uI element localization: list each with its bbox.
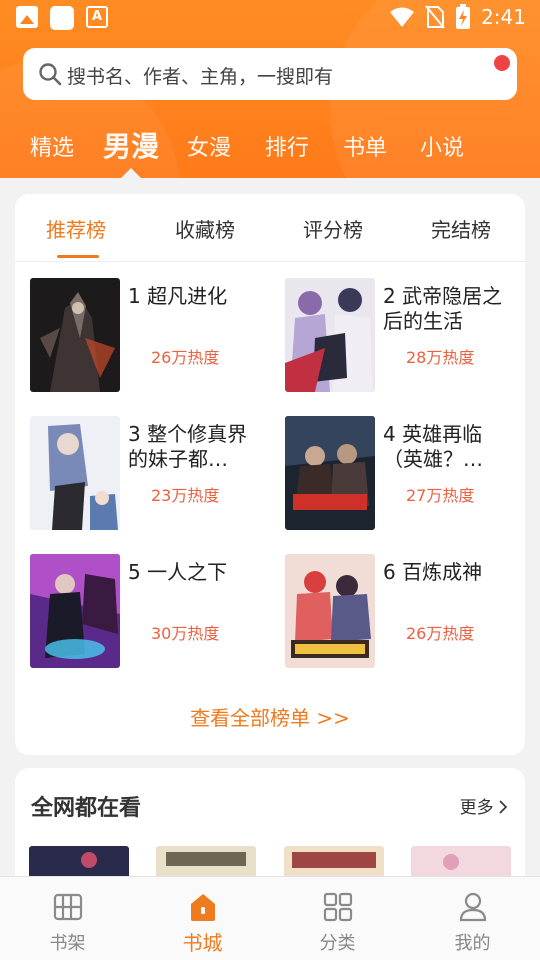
subtab-underline [57,255,99,258]
ranking-item[interactable]: 6 百炼成神 26万热度 [285,554,525,670]
rank-heat: 30万热度 [151,624,220,643]
nav-label: 书架 [49,933,86,954]
rank-title: 6 百炼成神 [383,560,483,584]
subtab-recommended[interactable]: 推荐榜 [46,214,106,243]
nav-bookshelf[interactable]: 书架 [0,877,135,960]
view-all-rankings-link[interactable]: 查看全部榜单 >> [15,702,525,731]
subtab-rating[interactable]: 评分榜 [303,214,363,243]
tab-rankings[interactable]: 排行 [265,130,309,162]
ranking-card: 推荐榜 收藏榜 评分榜 完结榜 1 超凡进化 26万热度 2 武帝隐居之后的生活… [15,194,525,755]
app-notification-icon [50,6,74,30]
top-category-tabs: 精选 男漫 女漫 排行 书单 小说 [0,120,540,178]
rank-title: 5 一人之下 [128,560,228,584]
notification-dot [494,55,510,71]
category-icon [323,892,353,922]
ranking-item[interactable]: 2 武帝隐居之后的生活 28万热度 [285,278,525,394]
gallery-notification-icon [16,6,38,28]
rank-title: 3 整个修真界的妹子都… [128,422,248,471]
user-icon [459,892,487,922]
comic-cover [285,278,375,392]
rank-title: 4 英雄再临（英雄？… [383,422,483,471]
nav-bookstore[interactable]: 书城 [135,877,270,960]
comic-cover [30,278,120,392]
tab-male-comics[interactable]: 男漫 [103,125,159,165]
comic-cover [285,554,375,668]
search-bar[interactable]: 搜书名、作者、主角，一搜即有 [23,48,517,100]
ranking-item[interactable]: 1 超凡进化 26万热度 [30,278,270,394]
rank-heat: 23万热度 [151,486,220,505]
subtab-completed[interactable]: 完结榜 [431,214,491,243]
rank-heat: 27万热度 [406,486,475,505]
ranking-subtabs: 推荐榜 收藏榜 评分榜 完结榜 [15,194,525,262]
nav-label: 分类 [319,933,356,954]
more-link[interactable]: 更多 [460,793,508,818]
rank-title: 2 武帝隐居之后的生活 [383,284,503,333]
nav-label: 书城 [182,931,223,955]
tab-booklists[interactable]: 书单 [343,130,387,162]
comic-cover [30,554,120,668]
comic-thumbnail[interactable] [284,846,384,876]
home-icon [191,894,215,921]
tab-novels[interactable]: 小说 [420,130,464,162]
active-tab-indicator [121,168,141,178]
wifi-icon [390,7,415,27]
battery-charging-icon [456,4,471,29]
search-placeholder: 搜书名、作者、主角，一搜即有 [67,66,334,88]
chevron-right-icon [499,800,508,814]
subtab-favorites[interactable]: 收藏榜 [175,214,235,243]
tab-featured[interactable]: 精选 [30,130,74,162]
nav-profile[interactable]: 我的 [405,877,540,960]
ranking-item[interactable]: 3 整个修真界的妹子都… 23万热度 [30,416,270,532]
status-bar: A 2:41 [0,0,540,36]
font-notification-icon: A [86,6,108,28]
rank-heat: 28万热度 [406,348,475,367]
comic-thumbnail[interactable] [411,846,511,876]
bookshelf-icon [53,893,83,921]
section-title: 全网都在看 [31,796,142,821]
status-time: 2:41 [481,5,526,29]
nav-label: 我的 [454,933,491,954]
ranking-item[interactable]: 4 英雄再临（英雄？… 27万热度 [285,416,525,532]
comic-thumbnail[interactable] [29,846,129,876]
rank-heat: 26万热度 [151,348,220,367]
ranking-item[interactable]: 5 一人之下 30万热度 [30,554,270,670]
comic-thumbnail[interactable] [156,846,256,876]
no-sim-icon [425,5,445,29]
comic-cover [30,416,120,530]
tab-female-comics[interactable]: 女漫 [187,130,231,162]
comic-cover [285,416,375,530]
nav-category[interactable]: 分类 [270,877,405,960]
rank-title: 1 超凡进化 [128,284,228,308]
rank-heat: 26万热度 [406,624,475,643]
bottom-navigation: 书架 书城 分类 我的 [0,876,540,960]
search-icon [39,63,62,86]
